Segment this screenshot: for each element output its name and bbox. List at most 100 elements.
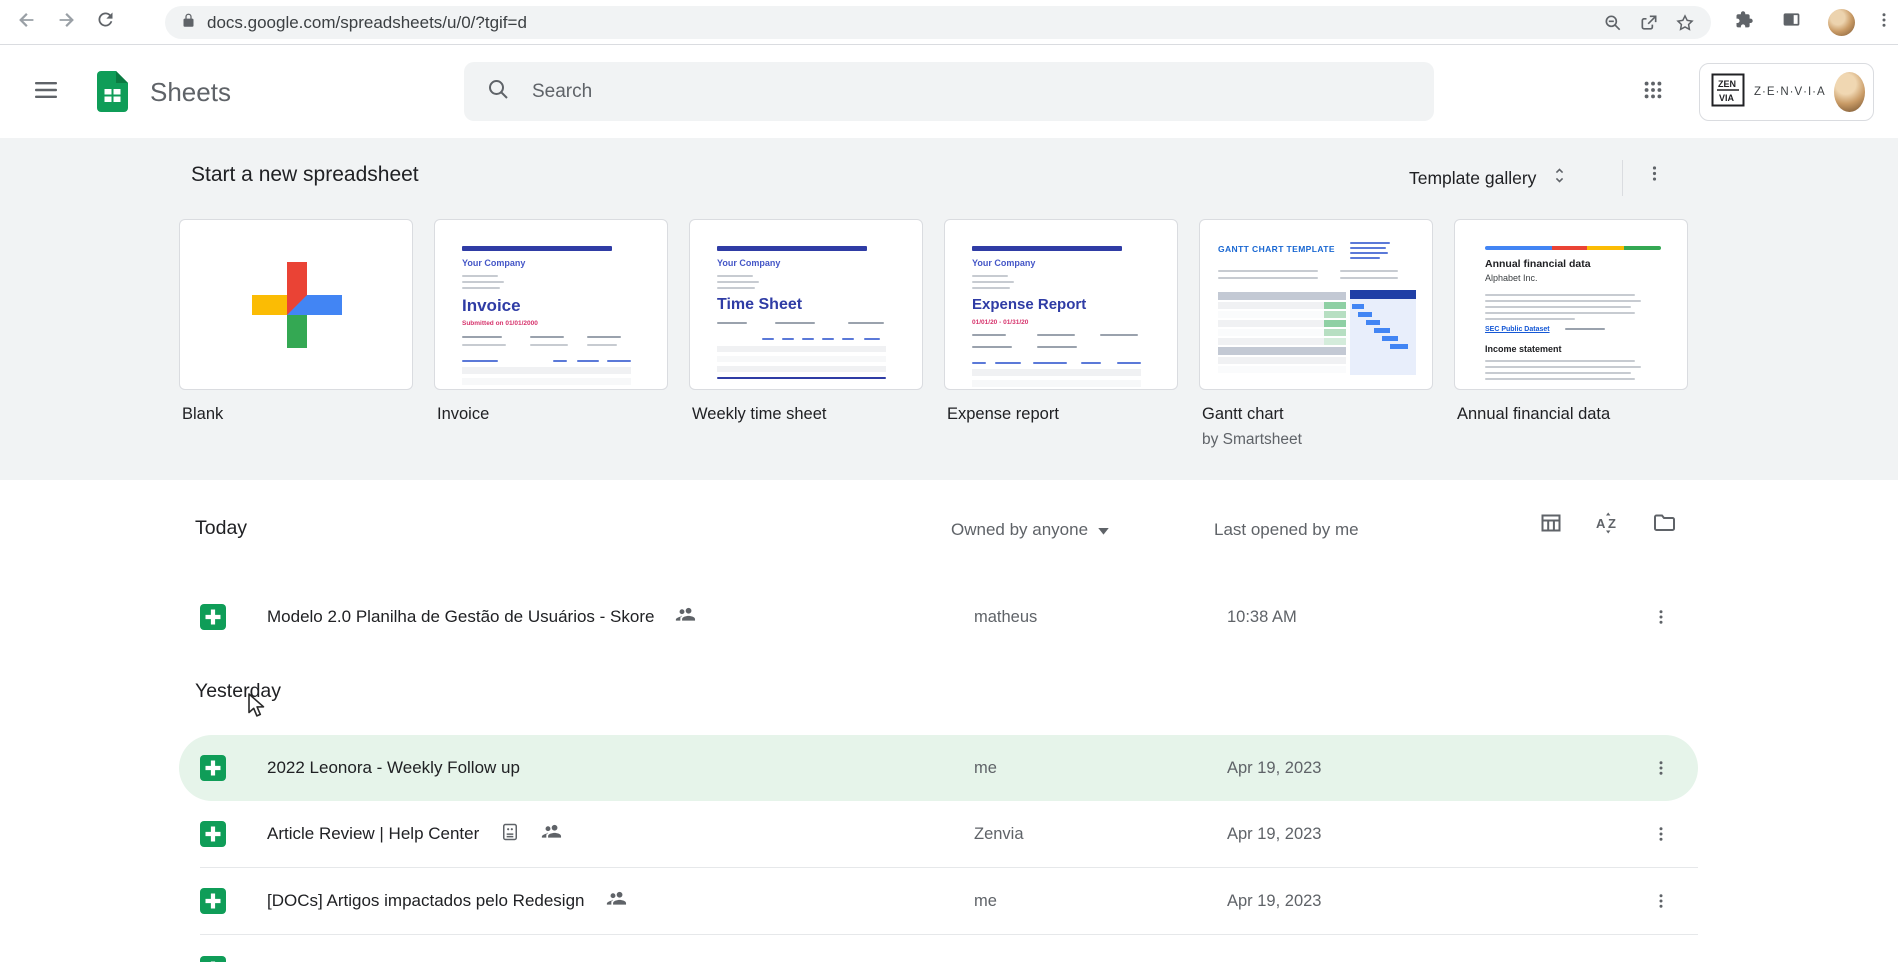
lock-icon bbox=[181, 13, 196, 33]
thumb-heading: Invoice bbox=[462, 296, 521, 315]
thumb-heading: GANTT CHART TEMPLATE bbox=[1218, 244, 1335, 254]
last-opened-column-header[interactable]: Last opened by me bbox=[1214, 520, 1359, 540]
plus-yellow-segment bbox=[252, 295, 287, 315]
file-row[interactable]: [Attention] Artigos impactados pelo novo… bbox=[179, 936, 1698, 962]
sheets-file-icon bbox=[200, 956, 226, 962]
kebab-icon bbox=[1875, 11, 1893, 34]
file-title: 2022 Leonora - Weekly Follow up bbox=[267, 758, 520, 777]
sheets-file-icon bbox=[200, 888, 226, 919]
bookmark-star-button[interactable] bbox=[1667, 8, 1703, 38]
template-card-weekly-time-sheet[interactable]: Your Company Time Sheet Weekly time shee… bbox=[689, 219, 923, 449]
svg-text:ZEN: ZEN bbox=[1718, 79, 1736, 89]
blank-template-thumbnail[interactable] bbox=[179, 219, 413, 390]
file-owner: me bbox=[974, 891, 997, 910]
puzzle-icon bbox=[1733, 9, 1754, 35]
reload-button[interactable] bbox=[85, 2, 125, 42]
file-title: [DOCs] Artigos impactados pelo Redesign bbox=[267, 891, 585, 910]
template-sublabel: by Smartsheet bbox=[1202, 431, 1302, 448]
main-menu-button[interactable] bbox=[22, 68, 70, 116]
file-row[interactable]: [DOCs] Artigos impactados pelo Redesign … bbox=[179, 868, 1698, 934]
template-gallery-button[interactable]: Template gallery bbox=[1409, 166, 1569, 190]
file-row[interactable]: Article Review | Help Center Zenvia Apr … bbox=[179, 801, 1698, 867]
more-options-button[interactable] bbox=[1641, 597, 1681, 637]
google-apps-button[interactable] bbox=[1631, 70, 1675, 114]
shared-people-icon bbox=[675, 604, 696, 630]
account-name: Z·E·N·V·I·A bbox=[1754, 86, 1826, 98]
file-owner: me bbox=[974, 758, 997, 777]
forward-button[interactable] bbox=[46, 2, 86, 42]
side-panel-button[interactable] bbox=[1771, 2, 1811, 42]
svg-text:Z: Z bbox=[1608, 516, 1616, 531]
back-button[interactable] bbox=[7, 2, 47, 42]
open-file-picker-button[interactable] bbox=[1642, 503, 1686, 547]
file-date: Apr 19, 2023 bbox=[1227, 891, 1322, 910]
search-input[interactable] bbox=[530, 79, 1414, 104]
file-title: Article Review | Help Center bbox=[267, 824, 480, 843]
sheets-logo-icon[interactable] bbox=[97, 71, 128, 117]
more-options-button[interactable] bbox=[1641, 748, 1681, 788]
reload-icon bbox=[95, 9, 116, 35]
address-bar[interactable]: docs.google.com/spreadsheets/u/0/?tgif=d bbox=[165, 6, 1711, 39]
file-owner: Zenvia bbox=[974, 824, 1024, 843]
more-options-button[interactable] bbox=[1641, 881, 1681, 921]
account-chip[interactable]: ZEN VIA Z·E·N·V·I·A bbox=[1699, 63, 1874, 121]
account-avatar[interactable] bbox=[1833, 72, 1865, 112]
thumb-subheading: 01/01/20 - 01/31/20 bbox=[972, 319, 1029, 326]
thumb-bar bbox=[462, 246, 612, 251]
template-card-invoice[interactable]: Your Company Invoice Submitted on 01/01/… bbox=[434, 219, 668, 449]
search-bar[interactable] bbox=[464, 62, 1434, 121]
more-options-button[interactable] bbox=[1641, 814, 1681, 854]
browser-menu-button[interactable] bbox=[1864, 2, 1898, 42]
template-label: Invoice bbox=[437, 405, 490, 423]
extensions-button[interactable] bbox=[1723, 2, 1763, 42]
forward-icon bbox=[55, 9, 77, 36]
file-row[interactable]: Modelo 2.0 Planilha de Gestão de Usuário… bbox=[179, 584, 1698, 650]
thumb-company: Your Company bbox=[462, 258, 526, 268]
kebab-icon bbox=[1645, 164, 1664, 188]
plus-green-segment bbox=[287, 315, 307, 348]
template-card-expense-report[interactable]: Your Company Expense Report 01/01/20 - 0… bbox=[944, 219, 1178, 449]
annual-financial-template-thumbnail[interactable]: Annual financial data Alphabet Inc. SEC … bbox=[1454, 219, 1688, 390]
app-title[interactable]: Sheets bbox=[150, 46, 231, 138]
yesterday-section-label: Yesterday bbox=[195, 680, 282, 702]
gantt-chart-template-thumbnail[interactable]: GANTT CHART TEMPLATE bbox=[1199, 219, 1433, 390]
sort-az-button[interactable]: A Z bbox=[1586, 503, 1630, 547]
template-gallery-label: Template gallery bbox=[1409, 167, 1537, 188]
folder-icon bbox=[1652, 511, 1676, 540]
expense-report-template-thumbnail[interactable]: Your Company Expense Report 01/01/20 - 0… bbox=[944, 219, 1178, 390]
apps-grid-icon bbox=[1642, 79, 1664, 106]
file-date: Apr 19, 2023 bbox=[1227, 936, 1322, 962]
search-icon bbox=[486, 77, 510, 106]
plus-red-segment bbox=[287, 262, 307, 295]
invoice-template-thumbnail[interactable]: Your Company Invoice Submitted on 01/01/… bbox=[434, 219, 668, 390]
file-date: 10:38 AM bbox=[1227, 607, 1297, 626]
dropdown-caret-icon bbox=[1098, 520, 1109, 540]
shared-people-icon bbox=[541, 821, 562, 847]
template-card-gantt-chart[interactable]: GANTT CHART TEMPLATE Gantt chart by Smar… bbox=[1199, 219, 1433, 449]
file-date: Apr 19, 2023 bbox=[1227, 758, 1322, 777]
share-button[interactable] bbox=[1631, 8, 1667, 38]
app-header: Sheets ZEN VIA bbox=[0, 46, 1898, 138]
thumb-company: Your Company bbox=[972, 258, 1036, 268]
plus-blue-segment bbox=[307, 295, 342, 315]
template-label: Blank bbox=[182, 405, 224, 423]
zoom-out-button[interactable] bbox=[1595, 8, 1631, 38]
template-label: Gantt chart bbox=[1202, 405, 1284, 423]
template-card-blank[interactable]: Blank bbox=[179, 219, 413, 449]
thumb-company: Your Company bbox=[717, 258, 781, 268]
file-title: Modelo 2.0 Planilha de Gestão de Usuário… bbox=[267, 607, 655, 626]
grid-view-button[interactable] bbox=[1529, 503, 1573, 547]
more-options-button[interactable] bbox=[1641, 949, 1681, 962]
template-card-annual-financial-data[interactable]: Annual financial data Alphabet Inc. SEC … bbox=[1454, 219, 1688, 449]
sheets-file-icon bbox=[200, 755, 226, 786]
file-row-selected[interactable]: 2022 Leonora - Weekly Follow up me Apr 1… bbox=[179, 735, 1698, 801]
thumb-subheading: Submitted on 01/01/2000 bbox=[462, 320, 538, 327]
zenvia-logo-icon: ZEN VIA bbox=[1711, 73, 1745, 112]
svg-text:A: A bbox=[1596, 516, 1606, 531]
browser-profile-avatar[interactable] bbox=[1828, 9, 1855, 36]
templates-menu-button[interactable] bbox=[1640, 162, 1668, 190]
time-sheet-template-thumbnail[interactable]: Your Company Time Sheet bbox=[689, 219, 923, 390]
header-divider bbox=[1622, 160, 1623, 196]
template-label: Expense report bbox=[947, 405, 1059, 423]
owner-filter-dropdown[interactable]: Owned by anyone bbox=[951, 520, 1109, 540]
